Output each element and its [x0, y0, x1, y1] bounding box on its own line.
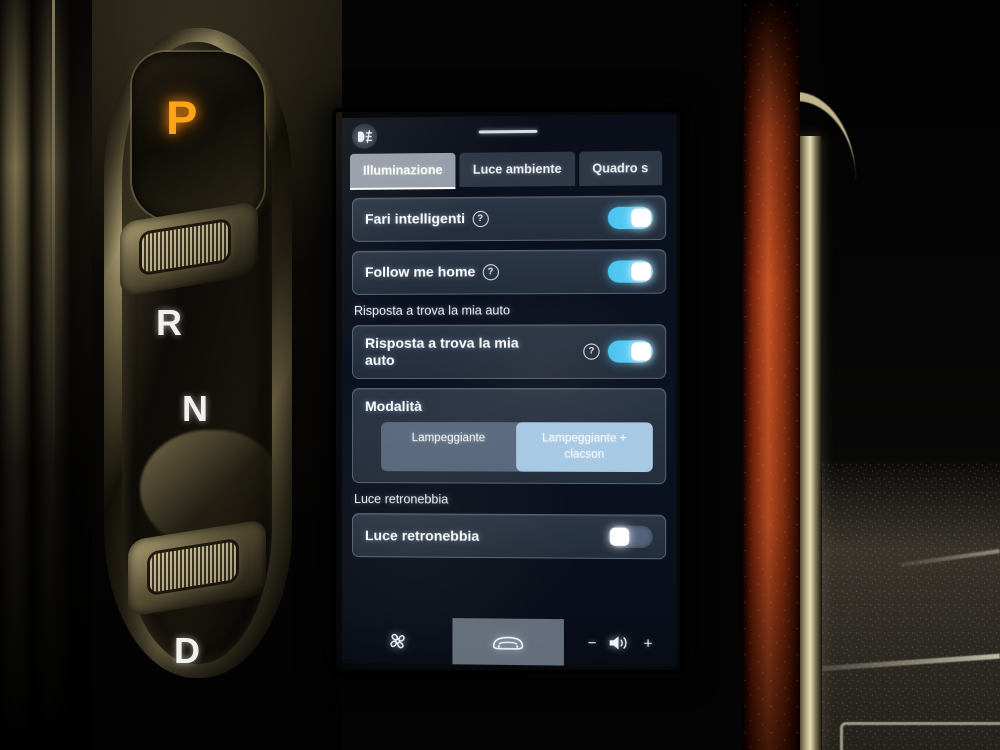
park-indicator-glyph: P	[166, 91, 198, 144]
nav-climate-button[interactable]	[342, 617, 452, 664]
drag-handle[interactable]	[478, 129, 538, 134]
help-icon[interactable]: ?	[472, 211, 489, 228]
segmented-control-modalita: Lampeggiante Lampeggiante + clacson	[381, 422, 653, 473]
nav-vehicle-button[interactable]	[452, 618, 564, 666]
setting-label-modalita: Modalità	[365, 398, 422, 415]
setting-label-rear-fog: Luce retronebbia	[365, 526, 480, 544]
toggle-knob	[609, 527, 630, 547]
settings-list: Fari intelligenti? Follow me home? Rispo…	[342, 187, 676, 560]
tab-bar: Illuminazione Luce ambiente Quadro s	[342, 150, 676, 190]
setting-row-modalita: Modalità Lampeggiante Lampeggiante + cla…	[351, 388, 667, 485]
help-icon[interactable]: ?	[583, 343, 600, 360]
fog-light-icon[interactable]	[351, 123, 378, 149]
door-sill-illuminated	[742, 0, 800, 750]
toggle-fari-intelligenti[interactable]	[607, 206, 653, 230]
setting-text-fari-intelligenti: Fari intelligenti	[365, 210, 466, 228]
gear-position-d[interactable]: D	[174, 630, 200, 672]
infotainment-screen[interactable]: Illuminazione Luce ambiente Quadro s Far…	[342, 114, 677, 667]
parking-marking-box	[840, 722, 1000, 750]
asphalt-ground	[812, 462, 1000, 750]
section-title-rear-fog: Luce retronebbia	[353, 492, 449, 507]
volume-up-button[interactable]: +	[644, 635, 653, 652]
toggle-knob	[631, 262, 651, 281]
volume-controls: − +	[564, 632, 677, 653]
toggle-knob	[631, 208, 651, 228]
setting-label-fari-intelligenti: Fari intelligenti?	[365, 210, 489, 228]
segment-lampeggiante-label: Lampeggiante	[411, 432, 486, 445]
toggle-knob	[631, 342, 651, 361]
setting-row-fari-intelligenti[interactable]: Fari intelligenti?	[351, 195, 667, 242]
gear-position-n[interactable]: N	[182, 388, 208, 430]
toggle-follow-me-home[interactable]	[607, 260, 653, 283]
gear-position-r[interactable]: R	[156, 302, 182, 344]
tab-illuminazione[interactable]: Illuminazione	[349, 152, 456, 188]
tab-luce-ambiente[interactable]: Luce ambiente	[459, 151, 575, 187]
tab-luce-ambiente-label: Luce ambiente	[472, 161, 562, 177]
photo-scene: P R N D Illuminazione Luce ambiente Quad…	[0, 0, 1000, 750]
setting-row-follow-me-home[interactable]: Follow me home?	[351, 249, 667, 295]
fan-icon	[386, 629, 409, 652]
toggle-find-my-car[interactable]	[607, 340, 653, 363]
volume-down-button[interactable]: −	[588, 634, 597, 651]
speaker-icon	[609, 633, 633, 653]
setting-row-find-my-car[interactable]: Risposta a trova la mia auto ?	[351, 324, 667, 380]
screen-top-bar	[342, 114, 676, 154]
tab-illuminazione-label: Illuminazione	[363, 163, 443, 178]
toggle-rear-fog[interactable]	[607, 525, 653, 549]
tab-quadro-strumenti[interactable]: Quadro s	[578, 150, 662, 186]
park-button[interactable]	[132, 52, 264, 220]
segment-lampeggiante-clacson[interactable]: Lampeggiante + clacson	[516, 422, 653, 473]
section-title-find-my-car: Risposta a trova la mia auto	[353, 303, 511, 318]
setting-label-find-my-car: Risposta a trova la mia auto	[365, 334, 519, 369]
find-my-car-controls: ?	[577, 340, 653, 363]
tab-quadro-strumenti-label: Quadro s	[592, 161, 649, 176]
help-icon[interactable]: ?	[482, 264, 499, 281]
bottom-nav-bar: − +	[342, 617, 677, 667]
car-front-icon	[491, 632, 525, 652]
setting-text-follow-me-home: Follow me home	[365, 263, 476, 281]
setting-row-rear-fog[interactable]: Luce retronebbia	[351, 513, 667, 560]
setting-label-follow-me-home: Follow me home?	[365, 264, 499, 282]
segment-lampeggiante-clacson-label: Lampeggiante + clacson	[542, 432, 627, 461]
segment-lampeggiante[interactable]: Lampeggiante	[381, 422, 516, 472]
night-background	[820, 0, 1000, 500]
